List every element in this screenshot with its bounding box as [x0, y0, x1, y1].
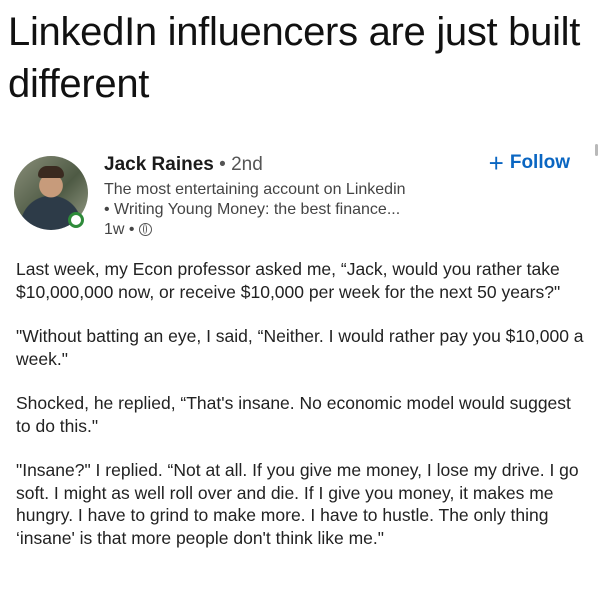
post-time: 1w	[104, 221, 125, 238]
meme-headline: LinkedIn influencers are just built diff…	[8, 10, 581, 106]
scrollbar-thumb[interactable]	[595, 144, 598, 156]
plus-icon: +	[488, 148, 504, 178]
online-status-icon	[68, 212, 84, 228]
author-name-line: Jack Raines • 2nd	[104, 154, 263, 176]
post-body: Last week, my Econ professor asked me, “…	[16, 258, 586, 571]
follow-button[interactable]: + Follow	[488, 148, 570, 178]
post-paragraph: Shocked, he replied, “That's insane. No …	[16, 393, 571, 436]
post-header: Jack Raines • 2nd The most entertaining …	[12, 150, 588, 250]
author-name[interactable]: Jack Raines	[104, 154, 214, 175]
avatar-hair	[38, 166, 64, 178]
connection-separator: •	[219, 154, 232, 175]
connection-degree: 2nd	[231, 154, 263, 175]
time-separator: •	[128, 221, 139, 238]
post-time-line: 1w •	[104, 220, 152, 240]
author-headline-line2: • Writing Young Money: the best finance.…	[104, 201, 401, 218]
post-paragraph: "Without batting an eye, I said, “Neithe…	[16, 326, 584, 369]
globe-icon	[138, 223, 152, 236]
author-headline-line1: The most entertaining account on Linkedi…	[104, 181, 406, 198]
follow-label: Follow	[509, 152, 570, 173]
post-paragraph: "Insane?" I replied. “Not at all. If you…	[16, 460, 579, 548]
post-paragraph: Last week, my Econ professor asked me, “…	[16, 259, 561, 302]
